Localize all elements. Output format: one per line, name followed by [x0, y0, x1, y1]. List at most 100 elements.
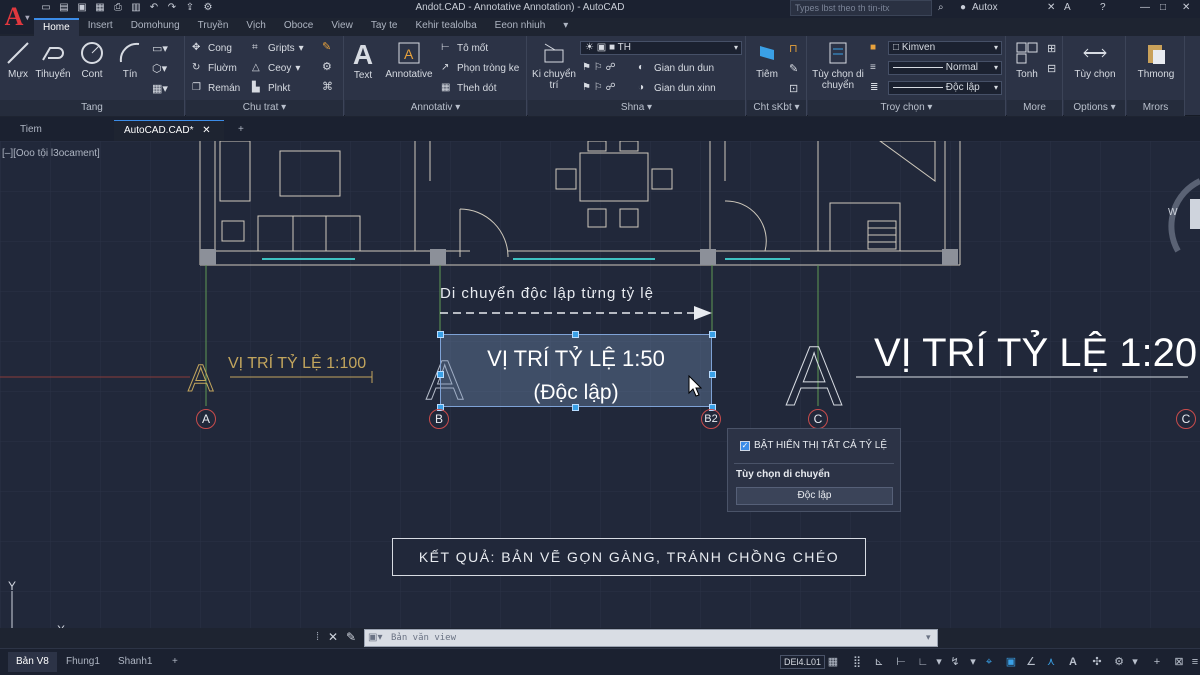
- group-button[interactable]: Tonh: [1011, 40, 1043, 80]
- tab-options-icon[interactable]: ▾: [554, 18, 577, 36]
- close-tab-icon[interactable]: ✕: [202, 125, 210, 136]
- drag-handle-icon[interactable]: ⁞: [316, 631, 319, 643]
- hatch-icon[interactable]: ⬡▾: [152, 62, 167, 75]
- search-icon[interactable]: ⌕: [938, 2, 944, 13]
- panel-modify-title[interactable]: Chu trat ▾: [186, 100, 343, 116]
- create-block-icon[interactable]: ⊓: [789, 42, 798, 55]
- dimension-button[interactable]: ⊢ Tô mốt: [441, 40, 488, 56]
- doc-tab-start[interactable]: Tiem: [10, 120, 110, 141]
- viewcube-face[interactable]: [1190, 199, 1200, 229]
- app-menu-button[interactable]: A ▾: [0, 0, 34, 34]
- search-input[interactable]: Types lbst theo th tin-itx: [790, 0, 932, 16]
- grid-bubble-b[interactable]: B: [429, 409, 449, 429]
- layer-tools-icon[interactable]: ⚑ ⚐ ☍: [582, 62, 616, 73]
- grid-bubble-b2[interactable]: B2: [701, 409, 721, 429]
- new-tab-plus-icon[interactable]: +: [228, 120, 254, 141]
- ortho-icon[interactable]: ∟: [916, 655, 930, 669]
- minimize-icon[interactable]: —: [1140, 2, 1150, 13]
- grip-handle[interactable]: [709, 331, 716, 338]
- erase-icon[interactable]: ✎: [322, 40, 331, 53]
- panel-block-title[interactable]: Cht sKbt ▾: [747, 100, 806, 116]
- object-snap-tracking-icon[interactable]: ▣: [1004, 655, 1018, 669]
- trim-button[interactable]: ⌗ Gripts ▾: [252, 40, 304, 56]
- drawing-canvas[interactable]: A A A [–][Ooo tội l3ocament] W Di chuyển…: [0, 141, 1200, 628]
- command-prompt-icon[interactable]: ▣▾: [368, 632, 382, 643]
- tab-4[interactable]: Truyền: [189, 18, 238, 36]
- annotation-scale-50-subtitle[interactable]: (Độc lập): [440, 381, 712, 405]
- table-button[interactable]: ▦ Theh dót: [441, 80, 496, 96]
- user-icon[interactable]: ●: [960, 2, 966, 13]
- auto-scale-icon[interactable]: ✣: [1090, 655, 1104, 669]
- checkbox-checked-icon[interactable]: ✓: [740, 440, 750, 451]
- edit-block-icon[interactable]: ✎: [789, 62, 798, 75]
- plot-icon[interactable]: ▥: [130, 2, 142, 14]
- help-icon[interactable]: ?: [1100, 2, 1106, 13]
- lineweight-display-icon[interactable]: ∠: [1024, 655, 1038, 669]
- offset-icon[interactable]: ⌘: [322, 80, 333, 93]
- tab-5[interactable]: Vịch: [237, 18, 274, 36]
- show-all-scales-checkbox[interactable]: ✓ BẬT HIỂN THỊ TẤT CẢ TỶ LỆ: [740, 440, 887, 451]
- redo-icon[interactable]: ↷: [166, 2, 178, 14]
- independent-move-button[interactable]: Độc lập: [736, 487, 893, 505]
- panel-layers-title[interactable]: Shna ▾: [528, 100, 745, 116]
- group-edit-icon[interactable]: ⊟: [1047, 62, 1056, 75]
- measure-button[interactable]: Tùy chọn: [1070, 40, 1120, 80]
- arc-button[interactable]: Tín: [116, 40, 144, 80]
- layer-dropdown[interactable]: ☀ ▣ ■ TH ▾: [580, 41, 742, 55]
- annotation-visibility-icon[interactable]: A: [1066, 655, 1080, 669]
- match-properties-button[interactable]: Tùy chọn di chuyển: [812, 40, 864, 91]
- command-input[interactable]: Bản văn view: [364, 629, 938, 647]
- chevron-down-icon[interactable]: ▾: [932, 655, 946, 669]
- window-close-icon[interactable]: ✕: [1182, 2, 1190, 13]
- grip-handle[interactable]: [437, 331, 444, 338]
- grid-bubble-c2[interactable]: C: [1176, 409, 1196, 429]
- layer-isolate-button[interactable]: ◐ Gian dun dun: [638, 60, 714, 76]
- customize-icon[interactable]: ✎: [346, 630, 356, 644]
- grip-handle[interactable]: [437, 371, 444, 378]
- explode-icon[interactable]: ⚙: [322, 60, 332, 73]
- chevron-down-icon[interactable]: ▾: [1128, 655, 1142, 669]
- open-file-icon[interactable]: ▤: [58, 2, 70, 14]
- save-icon[interactable]: ▣: [76, 2, 88, 14]
- layer-unisolate-button[interactable]: ◑ Gian dun xinn: [638, 80, 716, 96]
- grid-bubble-a[interactable]: A: [196, 409, 216, 429]
- text-button[interactable]: A Text: [351, 40, 375, 82]
- grid-display-icon[interactable]: ▦: [826, 655, 840, 669]
- user-name[interactable]: Autox: [972, 2, 998, 13]
- layer-properties-button[interactable]: Ki chuyển trí: [532, 40, 576, 91]
- undo-icon[interactable]: ↶: [148, 2, 160, 14]
- layout-tab-1[interactable]: Fhung1: [58, 652, 108, 672]
- panel-draw-title[interactable]: Tang: [0, 100, 184, 116]
- close-x-icon[interactable]: ✕: [1047, 2, 1055, 13]
- add-layout-plus-icon[interactable]: +: [164, 652, 186, 672]
- line-button[interactable]: Mựx: [4, 40, 32, 80]
- new-file-icon[interactable]: ▭: [40, 2, 52, 14]
- workspace-gear-icon[interactable]: ⚙: [1112, 655, 1126, 669]
- tab-8[interactable]: Tay te: [362, 18, 407, 36]
- text-style-icon[interactable]: A: [1064, 2, 1071, 13]
- panel-utilities-title[interactable]: Options ▾: [1064, 100, 1125, 116]
- viewport-controls[interactable]: [–][Ooo tội l3ocament]: [2, 148, 100, 159]
- linetype-dropdown[interactable]: Normal ▾: [888, 61, 1002, 75]
- viewcube-compass-w[interactable]: W: [1168, 207, 1177, 218]
- circle-button[interactable]: Cont: [78, 40, 106, 80]
- paste-button[interactable]: Thmong: [1131, 40, 1181, 80]
- lineweight-dropdown[interactable]: Độc lập ▾: [888, 81, 1002, 95]
- tab-insert[interactable]: Insert: [79, 18, 122, 36]
- grip-handle[interactable]: [572, 404, 579, 411]
- grip-handle[interactable]: [709, 371, 716, 378]
- object-snap-icon[interactable]: ⌖: [982, 655, 996, 669]
- annotative-button[interactable]: A Annotative: [381, 40, 437, 80]
- tab-3[interactable]: Domohung: [122, 18, 189, 36]
- table-icon[interactable]: ▦▾: [152, 82, 168, 95]
- leader-button[interactable]: ↗ Phọn tròng ke: [441, 60, 519, 76]
- layout-tab-2[interactable]: Shanh1: [110, 652, 160, 672]
- grid-bubble-c[interactable]: C: [808, 409, 828, 429]
- tab-10[interactable]: Eeon nhiuh: [486, 18, 555, 36]
- panel-properties-title[interactable]: Troy chọn ▾: [808, 100, 1005, 116]
- ungroup-icon[interactable]: ⊞: [1047, 42, 1056, 55]
- annotation-scale-100[interactable]: VỊ TRÍ TỶ LỆ 1:100: [228, 355, 366, 373]
- tab-home[interactable]: Home: [34, 18, 79, 36]
- chevron-down-icon[interactable]: ▾: [926, 632, 931, 643]
- tab-view[interactable]: View: [322, 18, 362, 36]
